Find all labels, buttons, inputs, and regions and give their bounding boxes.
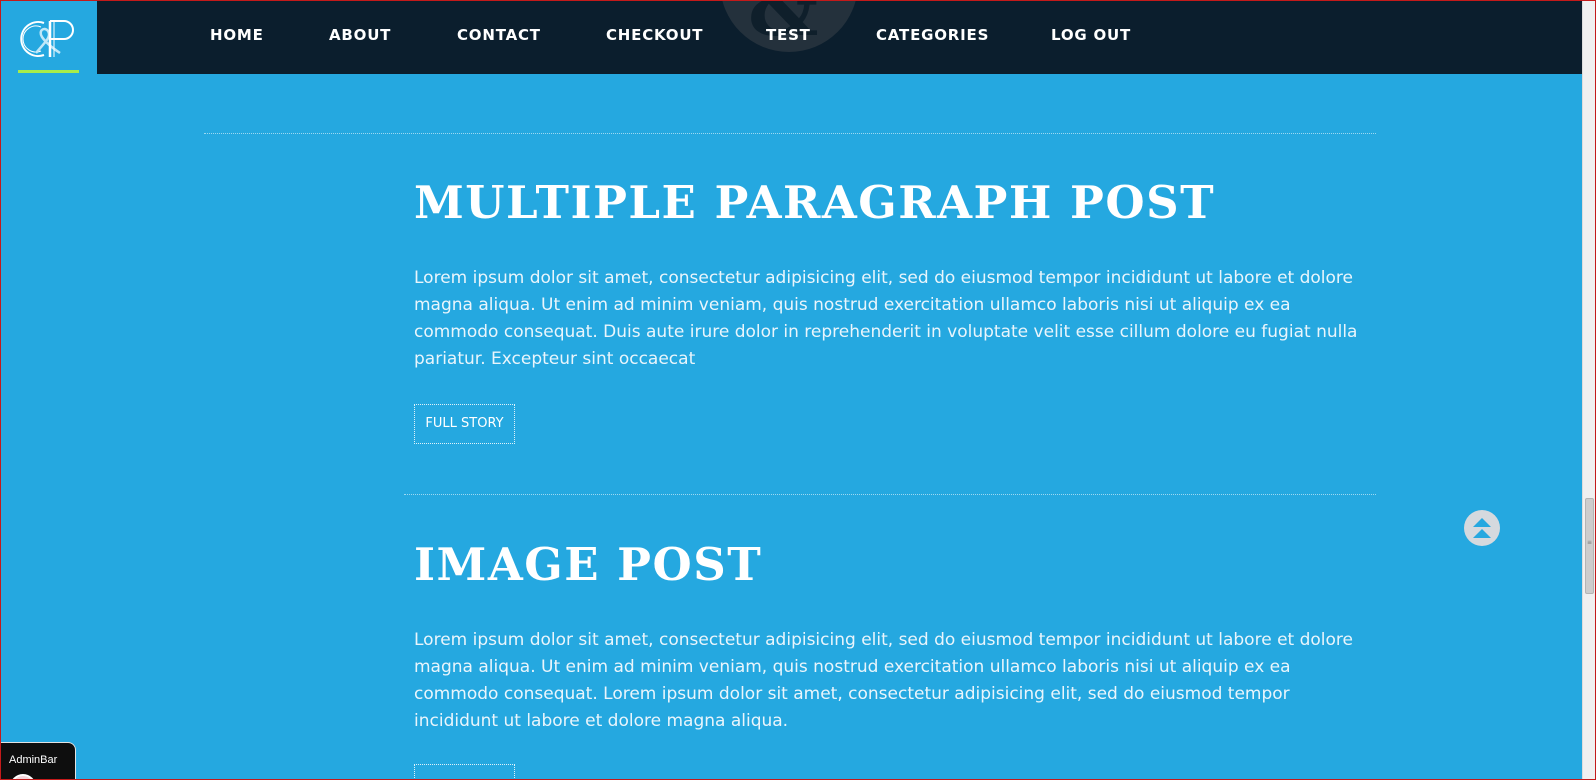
nav-item-test[interactable]: TEST (766, 26, 811, 44)
nav-item-categories[interactable]: CATEGORIES (876, 26, 989, 44)
vertical-scrollbar[interactable]: ≡ (1582, 0, 1596, 780)
nav-item-contact[interactable]: CONTACT (457, 26, 541, 44)
scrollbar-thumb[interactable]: ≡ (1585, 498, 1594, 594)
avatar (10, 774, 36, 780)
admin-bar-tab[interactable]: AdminBar (0, 742, 76, 780)
post-title[interactable]: MULTIPLE PARAGRAPH POST (414, 180, 1215, 225)
admin-bar-label: AdminBar (9, 754, 58, 766)
double-chevron-up-icon (1473, 518, 1491, 538)
post-excerpt: Lorem ipsum dolor sit amet, consectetur … (414, 268, 1358, 369)
top-navbar: & HOME ABOUT CONTACT CHECKOUT TEST CATEG… (0, 0, 1582, 74)
scroll-to-top-button[interactable] (1464, 510, 1500, 546)
post-excerpt: Lorem ipsum dolor sit amet, consectetur … (414, 630, 1353, 731)
full-story-button[interactable] (414, 764, 515, 780)
nav-item-log-out[interactable]: LOG OUT (1051, 26, 1131, 44)
nav-item-about[interactable]: ABOUT (329, 26, 391, 44)
post-title[interactable]: IMAGE POST (414, 542, 762, 587)
nav-item-home[interactable]: HOME (210, 26, 264, 44)
post-divider (404, 494, 1376, 495)
nav-item-checkout[interactable]: CHECKOUT (606, 26, 703, 44)
scrollbar-grip-icon: ≡ (1587, 539, 1593, 546)
full-story-button[interactable]: FULL STORY (414, 404, 515, 444)
section-divider (204, 133, 1376, 134)
logo-accent-underline (18, 70, 79, 73)
site-logo[interactable] (1, 1, 97, 74)
cp-monogram-icon (20, 20, 74, 57)
